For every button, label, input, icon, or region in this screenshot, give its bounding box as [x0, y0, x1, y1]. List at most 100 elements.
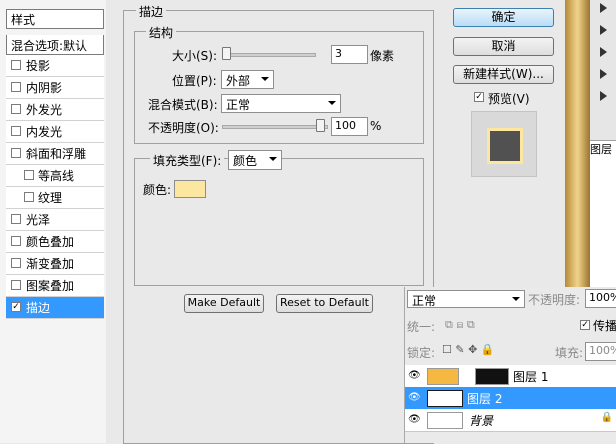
lock-icons[interactable]: ☐ ✎ ✥ 🔒 — [442, 343, 494, 356]
blend-mode-select[interactable]: 正常 — [221, 94, 341, 113]
size-slider-track[interactable] — [222, 53, 316, 57]
layer-row[interactable]: 👁 图层 1 — [405, 365, 616, 388]
style-item-label: 描边 — [26, 301, 51, 315]
unify-label: 统一: — [407, 320, 436, 334]
style-item-label: 投影 — [26, 59, 51, 73]
stroke-settings-panel: 描边 结构 大小(S): 3 像素 位置(P): 外部 混合模式(B): 正常 … — [106, 0, 436, 444]
layer-row[interactable]: 👁 背景 🔒 — [405, 409, 616, 432]
style-item[interactable]: 纹理 — [6, 187, 104, 209]
fill-type-label: 填充类型(F): — [150, 152, 225, 169]
size-slider-handle[interactable] — [222, 47, 231, 60]
layer-thumbnail — [427, 412, 463, 429]
style-checkbox[interactable] — [24, 192, 34, 202]
chevron-down-icon — [261, 77, 269, 81]
color-label: 颜色: — [143, 183, 172, 197]
size-input[interactable]: 3 — [331, 45, 368, 64]
canvas-edge — [565, 0, 590, 287]
style-checkbox[interactable] — [24, 170, 34, 180]
blending-options-item[interactable]: 混合选项:默认 — [6, 35, 104, 55]
make-default-button[interactable]: Make Default — [184, 294, 264, 313]
opacity-input[interactable]: 100 — [331, 117, 368, 136]
layers-panel: 正常 不透明度: 100% 统一: ⧉ ⧈ ⧉ ✓ 传播 锁定: ☐ ✎ ✥ 🔒… — [404, 287, 616, 443]
styles-header[interactable]: 样式 — [6, 9, 104, 29]
style-item[interactable]: 外发光 — [6, 99, 104, 121]
layer-opacity-input[interactable]: 100% — [585, 289, 616, 308]
layer-name: 图层 1 — [513, 370, 549, 384]
opacity-slider-handle[interactable] — [316, 119, 325, 132]
style-item[interactable]: 内阴影 — [6, 77, 104, 99]
style-item[interactable]: 光泽 — [6, 209, 104, 231]
layers-mini-panel: 图层 — [590, 140, 616, 288]
fill-group — [134, 158, 424, 286]
layer-fill-input[interactable]: 100% — [585, 342, 616, 361]
play-icon[interactable] — [600, 91, 607, 101]
chevron-down-icon — [512, 297, 520, 301]
style-checkbox[interactable] — [11, 60, 21, 70]
play-icon[interactable] — [600, 25, 607, 35]
style-item[interactable]: 渐变叠加 — [6, 253, 104, 275]
position-label: 位置(P): — [172, 74, 217, 88]
style-checkbox[interactable] — [11, 148, 21, 158]
preview-checkbox[interactable]: ✓ — [474, 92, 484, 102]
layer-blend-select[interactable]: 正常 — [407, 290, 525, 308]
style-item[interactable]: 颜色叠加 — [6, 231, 104, 253]
eye-icon[interactable]: 👁 — [408, 392, 421, 403]
opacity-label: 不透明度(O): — [148, 121, 219, 135]
opacity-unit: % — [370, 119, 382, 133]
preview-label: 预览(V) — [488, 92, 530, 106]
style-checkbox[interactable] — [11, 280, 21, 290]
unify-icons[interactable]: ⧉ ⧈ ⧉ — [445, 318, 475, 332]
eye-icon[interactable]: 👁 — [408, 370, 421, 381]
style-checkbox[interactable] — [11, 126, 21, 136]
style-item-label: 光泽 — [26, 213, 51, 227]
stroke-section-title: 描边 — [136, 3, 167, 20]
style-checkbox[interactable] — [11, 82, 21, 92]
play-icon[interactable] — [600, 3, 607, 13]
side-panel-strip: 图层 — [565, 0, 616, 288]
style-item[interactable]: 内发光 — [6, 121, 104, 143]
layers-mini-title: 图层 — [590, 143, 612, 156]
style-checkbox[interactable] — [11, 236, 21, 246]
style-item[interactable]: 斜面和浮雕 — [6, 143, 104, 165]
style-item-label: 渐变叠加 — [26, 257, 75, 271]
propagate-checkbox[interactable]: ✓ — [580, 320, 590, 330]
preview-swatch — [487, 128, 523, 164]
play-icon[interactable] — [600, 69, 607, 79]
fill-type-select[interactable]: 颜色 — [228, 150, 282, 170]
ok-button[interactable]: 确定 — [453, 8, 554, 27]
preview-toggle[interactable]: ✓ 预览(V) — [474, 90, 564, 106]
style-checkbox[interactable] — [11, 214, 21, 224]
layer-thumbnail — [427, 390, 463, 407]
layer-row[interactable]: 👁 图层 2 — [405, 387, 616, 410]
styles-panel: 样式 混合选项:默认 投影内阴影外发光 内发光 斜面和浮雕 等高线纹理光泽颜色叠加渐变… — [0, 0, 107, 443]
style-item-label: 内阴影 — [26, 81, 63, 95]
position-select[interactable]: 外部 — [221, 70, 274, 89]
style-item[interactable]: 投影 — [6, 55, 104, 77]
style-item-label: 图案叠加 — [26, 279, 75, 293]
opacity-slider-track[interactable] — [222, 125, 328, 129]
new-style-button[interactable]: 新建样式(W)... — [453, 65, 554, 84]
size-label: 大小(S): — [172, 49, 218, 63]
style-checkbox[interactable] — [11, 258, 21, 268]
layer-mask-thumbnail — [475, 368, 509, 385]
layer-opacity-label: 不透明度: — [528, 293, 581, 307]
blend-mode-value: 正常 — [226, 98, 251, 112]
chevron-down-icon — [269, 157, 277, 161]
style-preview-thumbnail — [471, 111, 537, 177]
style-item-label: 纹理 — [38, 191, 63, 205]
style-item[interactable]: 等高线 — [6, 165, 104, 187]
style-item[interactable]: 图案叠加 — [6, 275, 104, 297]
lock-icon: 🔒 — [600, 412, 613, 423]
layer-name: 图层 2 — [467, 392, 503, 406]
stroke-color-swatch[interactable] — [174, 180, 206, 198]
style-checkbox[interactable] — [11, 104, 21, 114]
eye-icon[interactable]: 👁 — [408, 414, 421, 425]
cancel-button[interactable]: 取消 — [453, 37, 554, 56]
chevron-down-icon — [328, 101, 336, 105]
play-icon[interactable] — [600, 47, 607, 57]
style-item[interactable]: ✓ 描边 — [6, 297, 104, 319]
style-checkbox[interactable]: ✓ — [11, 302, 21, 312]
fill-type-value: 颜色 — [233, 154, 258, 168]
layer-blend-value: 正常 — [412, 294, 437, 308]
reset-default-button[interactable]: Reset to Default — [276, 294, 373, 313]
